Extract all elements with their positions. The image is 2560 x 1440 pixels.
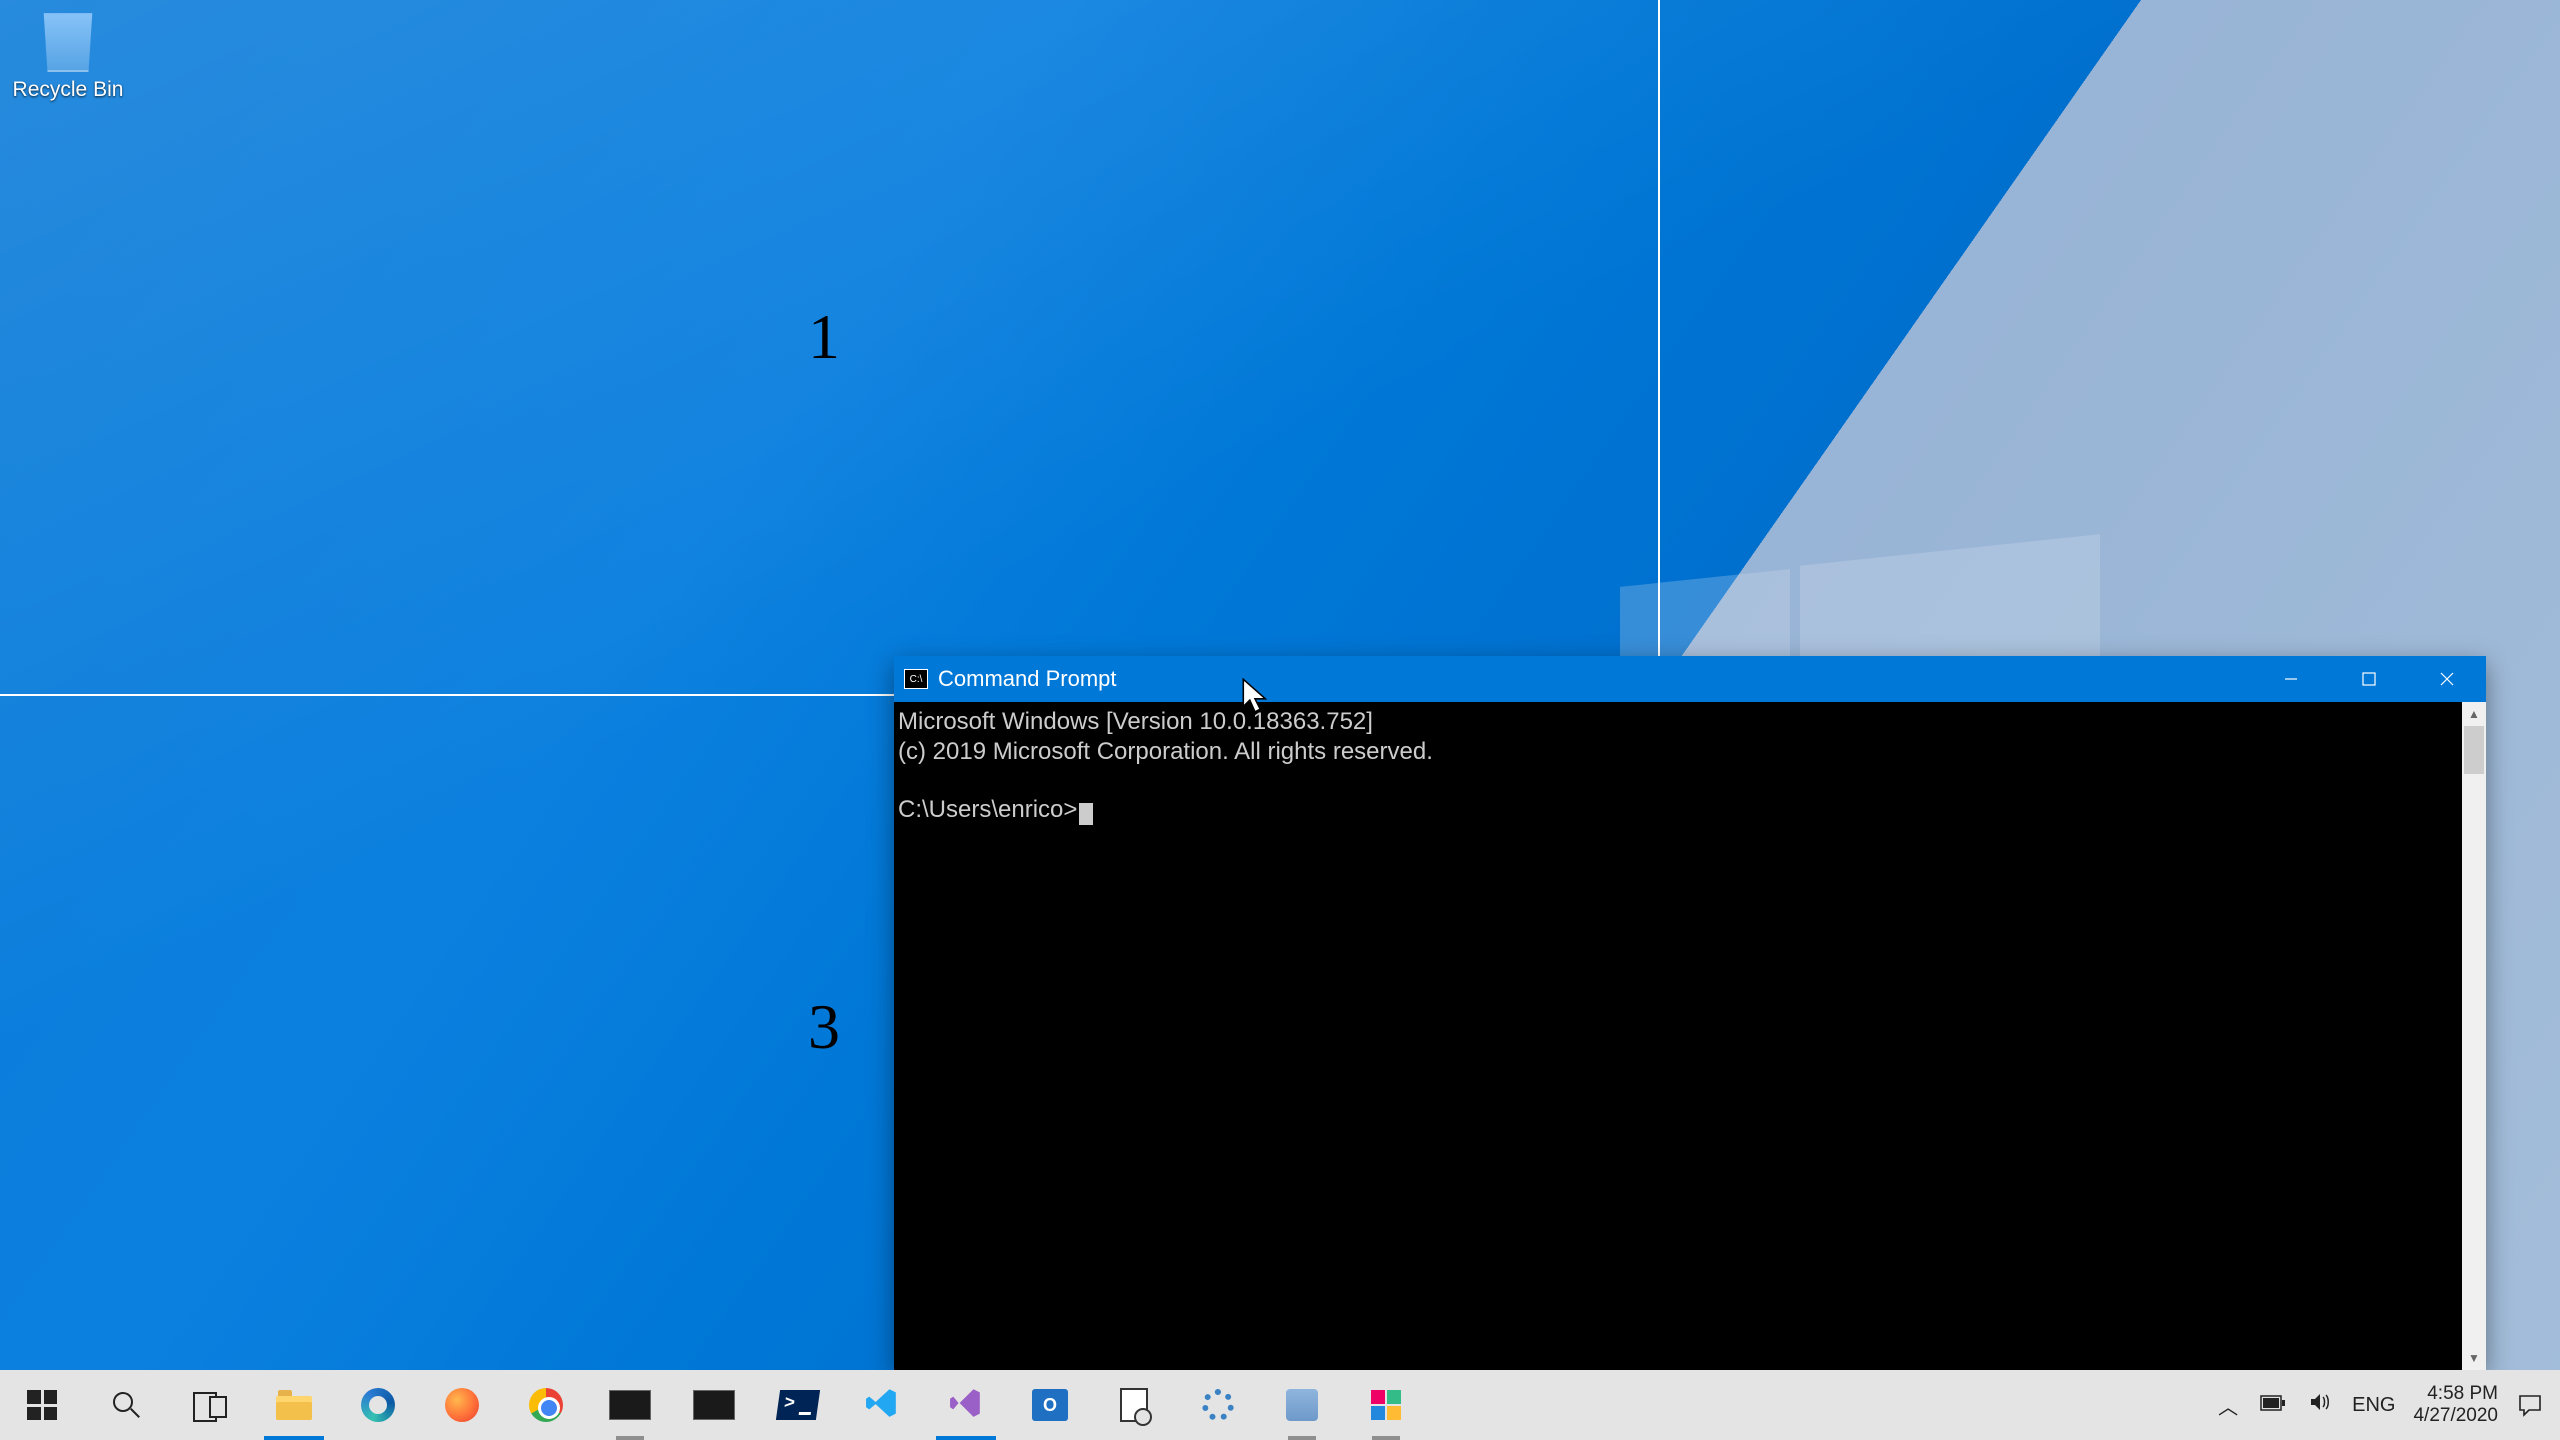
taskbar: O ︿ ENG 4:58 PM 4/27/2020 <box>0 1370 2560 1440</box>
system-tray: ︿ ENG <box>2212 1370 2401 1440</box>
vscode-icon <box>865 1386 899 1425</box>
zone-label-3: 3 <box>808 990 840 1064</box>
document-search-icon <box>1120 1388 1148 1422</box>
task-view-button[interactable] <box>168 1370 252 1440</box>
show-desktop-button[interactable] <box>2550 1370 2560 1440</box>
desktop-wallpaper[interactable]: 1 3 Recycle Bin C:\ Command Prompt Micro… <box>0 0 2560 1440</box>
zone-label-1: 1 <box>808 300 840 374</box>
search-button[interactable] <box>84 1370 168 1440</box>
tray-overflow-icon[interactable]: ︿ <box>2218 1391 2238 1420</box>
terminal-cursor <box>1079 803 1093 825</box>
powershell-taskbar-button[interactable] <box>756 1370 840 1440</box>
terminal-line: Microsoft Windows [Version 10.0.18363.75… <box>898 708 1373 735</box>
taskbar-clock[interactable]: 4:58 PM 4/27/2020 <box>2401 1370 2510 1440</box>
window-title: Command Prompt <box>938 666 1117 692</box>
visual-studio-taskbar-button[interactable] <box>924 1370 1008 1440</box>
cmd-app-icon: C:\ <box>904 669 928 689</box>
image-editor-taskbar-button[interactable] <box>1260 1370 1344 1440</box>
recycle-bin-label: Recycle Bin <box>8 78 128 102</box>
terminal-line: (c) 2019 Microsoft Corporation. All righ… <box>898 738 1433 765</box>
trash-icon <box>36 8 100 72</box>
task-view-icon <box>193 1392 227 1418</box>
action-center-button[interactable] <box>2510 1370 2550 1440</box>
powershell-icon <box>776 1390 820 1420</box>
firefox-taskbar-button[interactable] <box>420 1370 504 1440</box>
recycle-bin-icon[interactable]: Recycle Bin <box>8 8 128 102</box>
scrollbar[interactable]: ▲ ▼ <box>2462 702 2486 1370</box>
windows-logo-icon <box>27 1390 57 1420</box>
close-button[interactable] <box>2408 656 2486 702</box>
terminal-taskbar-button[interactable] <box>588 1370 672 1440</box>
search-icon <box>111 1390 141 1420</box>
settings-app-taskbar-button[interactable] <box>1176 1370 1260 1440</box>
scroll-thumb[interactable] <box>2464 726 2484 774</box>
vscode-taskbar-button[interactable] <box>840 1370 924 1440</box>
terminal-icon <box>609 1390 651 1420</box>
start-button[interactable] <box>0 1370 84 1440</box>
titlebar[interactable]: C:\ Command Prompt <box>894 656 2486 702</box>
scroll-up-icon[interactable]: ▲ <box>2462 702 2486 726</box>
volume-icon[interactable] <box>2308 1391 2330 1419</box>
outlook-taskbar-button[interactable]: O <box>1008 1370 1092 1440</box>
outlook-icon: O <box>1032 1389 1068 1421</box>
clock-time: 4:58 PM <box>2413 1383 2498 1405</box>
edge-taskbar-button[interactable] <box>336 1370 420 1440</box>
visual-studio-icon <box>949 1386 983 1425</box>
console-taskbar-button[interactable] <box>672 1370 756 1440</box>
terminal-body[interactable]: Microsoft Windows [Version 10.0.18363.75… <box>894 702 2462 1370</box>
firefox-icon <box>445 1388 479 1422</box>
powertoys-taskbar-button[interactable] <box>1344 1370 1428 1440</box>
document-search-taskbar-button[interactable] <box>1092 1370 1176 1440</box>
chrome-icon <box>529 1388 563 1422</box>
terminal-prompt: C:\Users\enrico> <box>898 796 1077 823</box>
edge-icon <box>361 1388 395 1422</box>
maximize-button[interactable] <box>2330 656 2408 702</box>
gear-icon <box>1202 1389 1234 1421</box>
terminal-icon <box>693 1390 735 1420</box>
file-explorer-taskbar-button[interactable] <box>252 1370 336 1440</box>
clock-date: 4/27/2020 <box>2413 1405 2498 1427</box>
color-grid-icon <box>1371 1390 1401 1420</box>
image-editor-icon <box>1286 1389 1318 1421</box>
folder-icon <box>276 1390 312 1420</box>
scroll-down-icon[interactable]: ▼ <box>2462 1346 2486 1370</box>
chrome-taskbar-button[interactable] <box>504 1370 588 1440</box>
notification-icon <box>2517 1392 2543 1418</box>
command-prompt-window[interactable]: C:\ Command Prompt Microsoft Windows [Ve… <box>894 656 2486 1370</box>
minimize-button[interactable] <box>2252 656 2330 702</box>
battery-icon[interactable] <box>2260 1394 2286 1417</box>
language-indicator[interactable]: ENG <box>2352 1394 2395 1417</box>
